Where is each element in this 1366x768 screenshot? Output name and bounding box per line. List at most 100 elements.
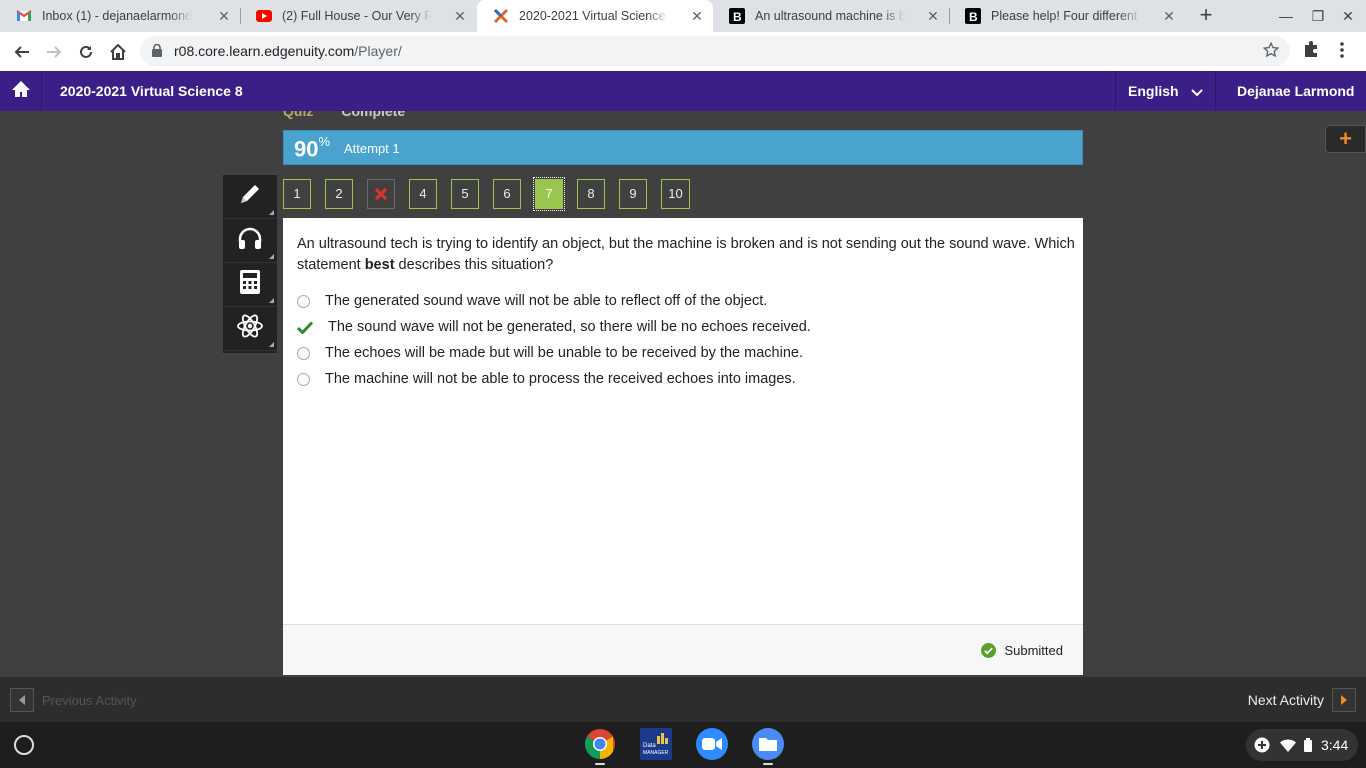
activity-navigation-bar: Previous Activity Next Activity [0,677,1366,722]
previous-activity-button[interactable]: Previous Activity [10,688,137,712]
edgenuity-icon [493,8,509,24]
tab-title: (2) Full House - Our Very First Pi [282,9,432,23]
close-tab-icon[interactable]: ✕ [1161,8,1177,24]
question-footer: Submitted [283,624,1083,675]
reload-icon[interactable] [74,40,98,64]
close-window-icon[interactable]: ✕ [1339,8,1357,25]
course-title: 2020-2021 Virtual Science 8 [60,83,243,99]
correct-check-icon [297,320,313,334]
score-unit: % [318,134,331,149]
launcher-icon[interactable] [14,735,34,755]
home-button[interactable] [0,71,42,111]
question-2-button[interactable]: 2 [325,179,353,209]
running-indicator [595,763,605,765]
audio-tool-button[interactable] [223,219,277,263]
pencil-tool-button[interactable] [223,175,277,219]
question-text: An ultrasound tech is trying to identify… [297,234,1083,276]
question-1-button[interactable]: 1 [283,179,311,209]
home-icon [11,80,31,103]
question-4-button[interactable]: 4 [409,179,437,209]
tab-title: 2020-2021 Virtual Science 8 - Ed [519,9,669,23]
question-5-button[interactable]: 5 [451,179,479,209]
svg-text:B: B [733,10,742,24]
language-select[interactable]: English [1115,71,1216,111]
atom-icon [236,312,264,345]
minimize-icon[interactable]: — [1277,8,1295,24]
bookmark-star-icon[interactable] [1262,41,1280,64]
radio-button[interactable] [297,294,310,308]
clock-time: 3:44 [1321,737,1349,753]
tools-panel [223,175,277,353]
score-number: 90 [294,136,319,162]
radio-button[interactable] [297,372,310,386]
add-circle-icon [1254,737,1270,753]
answer-text: The generated sound wave will not be abl… [325,293,768,309]
science-tool-button[interactable] [223,307,277,351]
next-activity-label: Next Activity [1247,692,1324,708]
url-domain: r08.core.learn.edgenuity.com [174,43,355,59]
zoom-icon[interactable] [696,728,728,760]
question-9-button[interactable]: 9 [619,179,647,209]
svg-text:Data: Data [643,743,656,749]
svg-text:B: B [969,10,978,24]
chrome-icon[interactable] [584,728,616,760]
address-bar[interactable]: r08.core.learn.edgenuity.com/Player/ [140,36,1290,66]
question-text-end: describes this situation? [394,257,554,273]
tab-title: Please help! Four different peop [991,9,1141,23]
brainly-icon: B [729,8,745,24]
next-activity-button[interactable]: Next Activity [1248,688,1356,712]
tab-youtube[interactable]: (2) Full House - Our Very First Pi ✕ [240,0,476,32]
tab-brainly-2[interactable]: B Please help! Four different peop ✕ [949,0,1185,32]
radio-button[interactable] [297,346,310,360]
tab-brainly-1[interactable]: B An ultrasound machine is being ✕ [713,0,949,32]
browser-menu-icon[interactable] [1340,42,1344,63]
files-icon[interactable] [752,728,784,760]
answer-option-1[interactable]: The generated sound wave will not be abl… [297,293,767,309]
extensions-puzzle-icon[interactable] [1302,40,1320,63]
headphones-icon [237,226,263,255]
add-tool-button[interactable]: + [1325,125,1366,153]
tab-title: An ultrasound machine is being [755,9,905,23]
tab-gmail[interactable]: Inbox (1) - dejanaelarmond.stud ✕ [0,0,240,32]
tab-title: Inbox (1) - dejanaelarmond.stud [42,9,192,23]
question-8-button[interactable]: 8 [577,179,605,209]
calculator-icon [240,270,260,299]
restore-icon[interactable]: ❐ [1309,8,1327,25]
lock-icon[interactable] [152,43,162,62]
question-6-button[interactable]: 6 [493,179,521,209]
close-tab-icon[interactable]: ✕ [452,8,468,24]
next-arrow-icon [1332,688,1356,712]
attempt-label: Attempt 1 [344,141,400,156]
question-panel: An ultrasound tech is trying to identify… [283,218,1083,675]
question-10-button[interactable]: 10 [661,179,690,209]
home-icon[interactable] [106,40,130,64]
gmail-icon [16,8,32,24]
battery-icon [1304,738,1312,752]
pencil-icon [237,181,263,212]
tab-edgenuity[interactable]: 2020-2021 Virtual Science 8 - Ed ✕ [477,0,713,32]
answer-option-2[interactable]: The sound wave will not be generated, so… [297,319,811,335]
running-indicator [763,763,773,765]
brainly-icon: B [965,8,981,24]
activity-header: Quiz Complete [283,111,405,119]
answer-option-3[interactable]: The echoes will be made but will be unab… [297,345,803,361]
previous-activity-label: Previous Activity [42,692,137,708]
question-3-button[interactable] [367,179,395,209]
forward-icon[interactable] [42,40,66,64]
user-name[interactable]: Dejanae Larmond [1237,83,1354,99]
svg-text:MANAGER: MANAGER [643,750,669,756]
back-icon[interactable] [10,40,34,64]
new-tab-icon[interactable]: + [1194,4,1218,28]
close-tab-icon[interactable]: ✕ [925,8,941,24]
data-manager-icon[interactable]: Data MANAGER [640,728,672,760]
status-tray[interactable]: 3:44 [1246,729,1358,761]
url-path: /Player/ [354,43,402,59]
calculator-tool-button[interactable] [223,263,277,307]
previous-arrow-icon [10,688,34,712]
close-tab-icon[interactable]: ✕ [689,8,705,24]
question-7-button[interactable]: 7 [533,177,565,211]
answer-option-4[interactable]: The machine will not be able to process … [297,371,796,387]
activity-status: Complete [341,111,406,119]
score-value: 90% [294,134,331,162]
close-tab-icon[interactable]: ✕ [216,8,232,24]
